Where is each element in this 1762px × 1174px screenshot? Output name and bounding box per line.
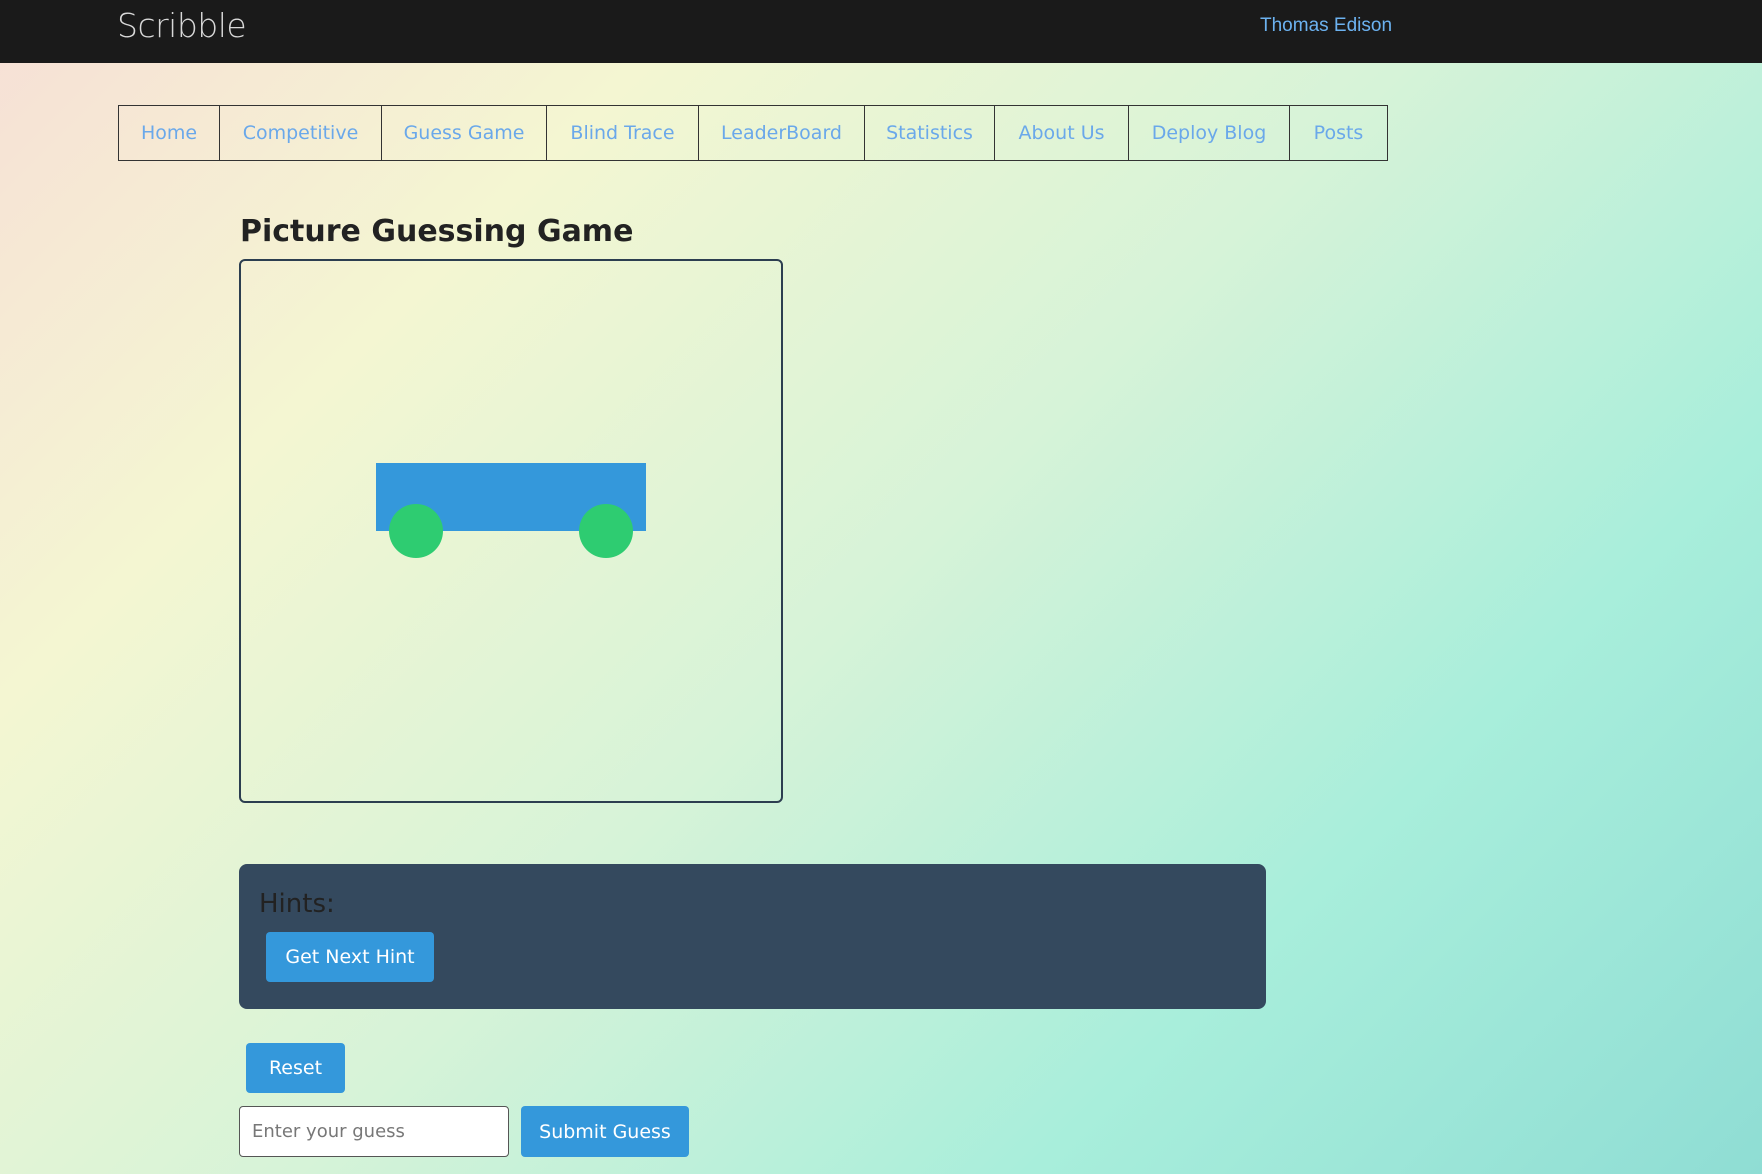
submit-guess-button[interactable]: Submit Guess	[521, 1106, 689, 1157]
left-wheel-shape	[389, 504, 443, 558]
nav-item-blind-trace[interactable]: Blind Trace	[547, 106, 699, 160]
guess-input[interactable]	[239, 1106, 509, 1157]
nav-item-deploy-blog[interactable]: Deploy Blog	[1129, 106, 1290, 160]
reset-button[interactable]: Reset	[246, 1043, 345, 1093]
main-nav: Home Competitive Guess Game Blind Trace …	[118, 105, 1388, 161]
nav-item-home[interactable]: Home	[119, 106, 220, 160]
nav-item-about-us[interactable]: About Us	[995, 106, 1129, 160]
nav-item-competitive[interactable]: Competitive	[220, 106, 382, 160]
top-navbar: Scribble Thomas Edison	[0, 0, 1762, 63]
drawing-canvas[interactable]	[239, 259, 783, 803]
brand-logo[interactable]: Scribble	[117, 6, 247, 45]
right-wheel-shape	[579, 504, 633, 558]
drawing-svg	[376, 463, 646, 558]
nav-item-posts[interactable]: Posts	[1290, 106, 1387, 160]
nav-item-leaderboard[interactable]: LeaderBoard	[699, 106, 865, 160]
page-title: Picture Guessing Game	[240, 214, 634, 249]
get-next-hint-button[interactable]: Get Next Hint	[266, 932, 434, 982]
user-profile-link[interactable]: Thomas Edison	[1260, 15, 1392, 37]
nav-item-statistics[interactable]: Statistics	[865, 106, 995, 160]
hints-panel: Hints: Get Next Hint	[239, 864, 1266, 1009]
hints-heading: Hints:	[259, 889, 335, 919]
nav-item-guess-game[interactable]: Guess Game	[382, 106, 547, 160]
